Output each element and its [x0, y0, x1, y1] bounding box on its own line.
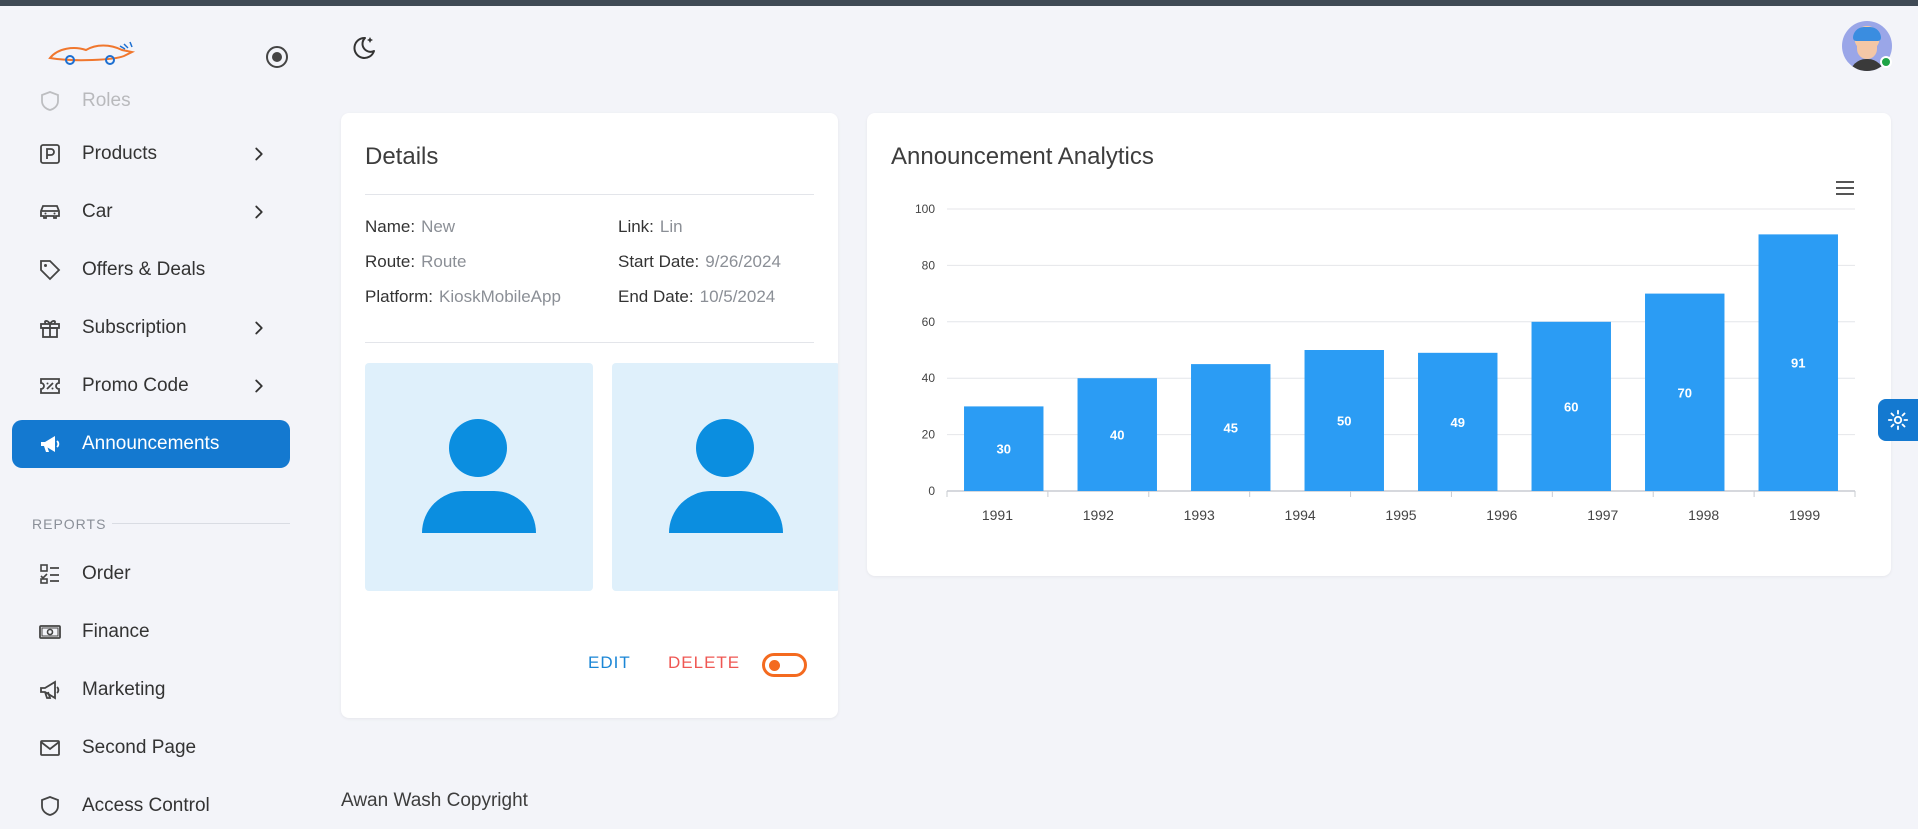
- x-tick-label: 1995: [1385, 507, 1416, 523]
- bar-data-label: 40: [1110, 428, 1124, 443]
- chevron-right-icon: [255, 205, 263, 219]
- bar-data-label: 70: [1678, 385, 1692, 400]
- y-tick-label: 20: [922, 428, 936, 442]
- megaphone-icon: [36, 430, 64, 458]
- y-tick-label: 60: [922, 315, 936, 329]
- announcement-image-placeholder[interactable]: [612, 363, 838, 591]
- checklist-icon: [36, 560, 64, 588]
- sidebar-item-label: Promo Code: [82, 375, 189, 396]
- sidebar-item-label: Second Page: [82, 737, 197, 758]
- x-tick-label: 1991: [982, 507, 1013, 523]
- sidebar-collapse-radio-icon[interactable]: [266, 46, 288, 68]
- sidebar-item-label: Products: [82, 143, 157, 164]
- bar-data-label: 49: [1451, 415, 1465, 430]
- sidebar-item-marketing[interactable]: Marketing: [12, 666, 290, 714]
- sidebar-item-second-page[interactable]: Second Page: [12, 724, 290, 772]
- megaphone-outline-icon: [36, 676, 64, 704]
- mail-icon: [36, 734, 64, 762]
- sidebar-item-roles[interactable]: Roles: [12, 77, 290, 125]
- delete-button[interactable]: DELETE: [668, 653, 740, 673]
- chevron-right-icon: [255, 147, 263, 161]
- bar-chart: 0 20 40 60 80 100 1991 1992 1993 1994 1995 1996 1997…: [915, 202, 1856, 523]
- sidebar-item-subscription[interactable]: Subscription: [12, 304, 290, 352]
- x-tick-label: 1999: [1789, 507, 1820, 523]
- sidebar-item-label: Roles: [82, 90, 131, 111]
- chevron-right-icon: [255, 379, 263, 393]
- tag-icon: [36, 256, 64, 284]
- details-divider-top: [365, 194, 814, 195]
- brand-logo: [48, 41, 136, 65]
- sidebar-item-offers-deals[interactable]: Offers & Deals: [12, 246, 290, 294]
- section-divider: [112, 523, 290, 524]
- product-box-icon: [36, 140, 64, 168]
- x-tick-label: 1996: [1486, 507, 1517, 523]
- dark-mode-moon-icon[interactable]: [349, 32, 379, 62]
- field-platform: Platform: KioskMobileApp: [365, 287, 561, 306]
- x-tick-label: 1992: [1083, 507, 1114, 523]
- gear-icon: [1887, 409, 1909, 431]
- field-route: Route: Route: [365, 252, 467, 271]
- person-placeholder-icon: [449, 419, 507, 477]
- y-tick-label: 0: [928, 484, 935, 498]
- sidebar-item-finance[interactable]: Finance: [12, 608, 290, 656]
- online-status-dot: [1880, 56, 1892, 68]
- y-tick-label: 100: [915, 202, 935, 216]
- x-tick-label: 1994: [1285, 507, 1316, 523]
- field-name: Name: New: [365, 217, 456, 236]
- reports-section-label: REPORTS: [32, 516, 107, 532]
- sidebar-item-announcements[interactable]: Announcements: [12, 420, 290, 468]
- bar-data-label: 45: [1224, 421, 1238, 436]
- sidebar-item-label: Order: [82, 563, 131, 584]
- footer-copyright: Awan Wash Copyright: [341, 790, 528, 811]
- x-tick-label: 1998: [1688, 507, 1719, 523]
- sidebar-item-order[interactable]: Order: [12, 550, 290, 598]
- sidebar-item-products[interactable]: Products: [12, 130, 290, 178]
- status-toggle[interactable]: [762, 653, 807, 677]
- y-tick-label: 40: [922, 371, 936, 385]
- sidebar-item-label: Finance: [82, 621, 150, 642]
- bar-data-label: 30: [997, 442, 1011, 457]
- y-tick-label: 80: [922, 258, 936, 272]
- sidebar-item-label: Access Control: [82, 795, 210, 816]
- gift-icon: [36, 314, 64, 342]
- chevron-right-icon: [255, 321, 263, 335]
- field-start-date: Start Date: 9/26/2024: [618, 252, 781, 271]
- details-card: Details Name: New Link: Lin Route: Route St…: [341, 113, 838, 718]
- details-title: Details: [365, 143, 439, 170]
- money-icon: [36, 618, 64, 646]
- bar-data-label: 60: [1564, 399, 1578, 414]
- sidebar-item-label: Marketing: [82, 679, 166, 700]
- shield-icon: [36, 87, 64, 115]
- shield-icon: [36, 792, 64, 820]
- sidebar-item-label: Offers & Deals: [82, 259, 206, 280]
- field-end-date: End Date: 10/5/2024: [618, 287, 776, 306]
- car-icon: [36, 198, 64, 226]
- sidebar-item-car[interactable]: Car: [12, 188, 290, 236]
- details-divider-bottom: [365, 342, 814, 343]
- sidebar-item-label: Subscription: [82, 317, 187, 338]
- sidebar-item-promo-code[interactable]: Promo Code: [12, 362, 290, 410]
- bar-data-label: 50: [1337, 414, 1351, 429]
- person-placeholder-icon: [696, 419, 754, 477]
- bar-data-label: 91: [1791, 356, 1805, 371]
- sidebar-item-access-control[interactable]: Access Control: [12, 782, 290, 829]
- x-tick-label: 1993: [1184, 507, 1215, 523]
- sidebar-item-label: Announcements: [82, 433, 220, 454]
- field-link: Link: Lin: [618, 217, 683, 236]
- announcement-image-placeholder[interactable]: [365, 363, 593, 591]
- settings-gear-tab[interactable]: [1878, 399, 1918, 441]
- analytics-card: Announcement Analytics 0 20 40 60 80 100 1991 1…: [867, 113, 1891, 576]
- sidebar-item-label: Car: [82, 201, 113, 222]
- sidebar: Roles Products Car Offers & Deals Subscripti…: [0, 6, 300, 829]
- edit-button[interactable]: EDIT: [588, 653, 631, 673]
- x-tick-label: 1997: [1587, 507, 1618, 523]
- promo-ticket-icon: [36, 372, 64, 400]
